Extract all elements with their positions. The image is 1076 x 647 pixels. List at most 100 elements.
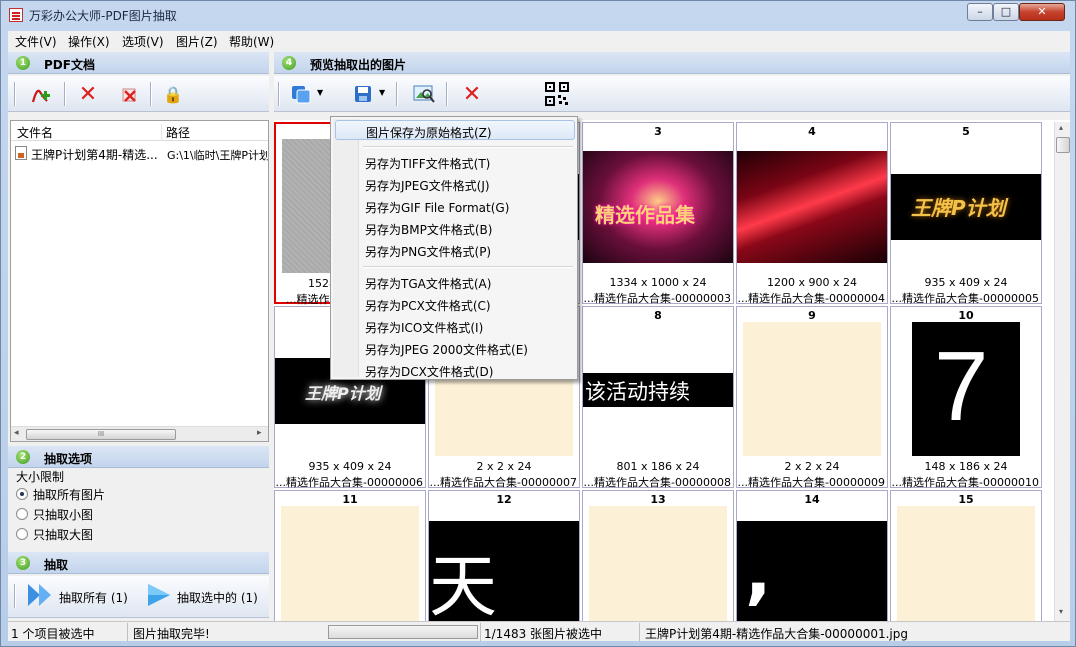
scroll-thumb[interactable]: III — [26, 429, 176, 440]
file-row[interactable]: 王牌P计划第4期-精选... G:\1\临时\王牌P计划 — [11, 143, 268, 163]
thumbnail-image — [281, 506, 419, 621]
delete-images-button[interactable]: ✕ — [459, 81, 485, 107]
thumbnail-filename: ...精选作品大合集-00000007 — [429, 476, 577, 489]
scroll-left-icon[interactable]: ◂ — [14, 428, 19, 438]
save-format-menu-item[interactable]: 另存为DCX文件格式(D) — [335, 360, 575, 380]
remove-pdf-button[interactable]: ✕ — [75, 81, 101, 107]
step-1-icon: 1 — [16, 56, 30, 70]
save-format-menu-item[interactable]: 另存为ICO文件格式(I) — [335, 316, 575, 336]
save-format-menu-item[interactable]: 另存为PCX文件格式(C) — [335, 294, 575, 314]
thumbnail-cell[interactable]: 3 精选作品集 1334 x 1000 x 24 ...精选作品大合集-0000000… — [582, 122, 734, 305]
add-pdf-icon — [31, 89, 50, 103]
save-format-menu-item[interactable]: 另存为GIF File Format(G) — [335, 196, 575, 216]
vertical-scrollbar[interactable]: ▴ ▾ — [1054, 122, 1070, 621]
thumbnail-cell[interactable]: 15 — [890, 490, 1042, 621]
thumbnail-cell[interactable]: 4 1200 x 900 x 24 ...精选作品大合集-00000004 — [736, 122, 888, 305]
status-file-name: 王牌P计划第4期-精选作品大合集-00000001.jpg — [645, 627, 908, 641]
thumbnail-number: 3 — [654, 125, 662, 138]
save-format-menu-item[interactable]: 另存为PNG文件格式(P) — [335, 240, 575, 260]
fast-forward-icon — [28, 584, 51, 606]
window-title: 万彩办公大师-PDF图片抽取 — [29, 9, 177, 23]
column-filename[interactable]: 文件名 — [17, 124, 53, 141]
menu-help[interactable]: 帮助(W) — [229, 33, 274, 50]
thumbnail-image-text: 王牌P计划 — [911, 196, 1006, 220]
thumbnail-image: 精选作品集 — [583, 151, 733, 263]
close-button[interactable]: ✕ — [1019, 3, 1065, 21]
app-icon — [9, 8, 23, 22]
thumbnail-dimensions: 935 x 409 x 24 — [924, 276, 1008, 289]
thumbnail-cell[interactable]: 12 天 — [428, 490, 580, 621]
maximize-button[interactable]: □ — [993, 3, 1019, 21]
menu-options[interactable]: 选项(V) — [122, 33, 164, 50]
scroll-up-icon[interactable]: ▴ — [1059, 123, 1063, 132]
thumbnail-cell[interactable]: 10 7 148 x 186 x 24 ...精选作品大合集-00000010 — [890, 306, 1042, 489]
save-format-menu-item[interactable]: 另存为JPEG文件格式(J) — [335, 174, 575, 194]
red-x-icon: ✕ — [462, 81, 482, 107]
extract-all-button[interactable]: 抽取所有 (1) — [26, 580, 136, 610]
thumbnail-cell[interactable]: 8 该活动持续 801 x 186 x 24 ...精选作品大合集-00000008 — [582, 306, 734, 489]
add-pdf-button[interactable] — [27, 81, 53, 107]
step-2-icon: 2 — [16, 450, 30, 464]
play-icon — [148, 584, 170, 606]
save-dropdown-arrow-icon[interactable]: ▼ — [379, 88, 385, 97]
horizontal-scrollbar[interactable]: ◂ III ▸ — [11, 426, 268, 441]
menu-operation[interactable]: 操作(X) — [68, 33, 110, 50]
column-path[interactable]: 路径 — [161, 124, 190, 141]
minimize-button[interactable]: – — [967, 3, 993, 21]
extract-selected-button[interactable]: 抽取选中的 (1) — [144, 580, 266, 610]
extract-title: 抽取 — [44, 558, 69, 572]
save-format-menu-item[interactable]: 图片保存为原始格式(Z) — [335, 120, 575, 140]
thumbnail-filename: ...精选作品大合集-00000008 — [583, 476, 731, 489]
pdf-file-list[interactable]: 文件名 路径 王牌P计划第4期-精选... G:\1\临时\王牌P计划 ◂ II… — [10, 120, 269, 442]
thumbnail-cell[interactable]: 9 2 x 2 x 24 ...精选作品大合集-00000009 — [736, 306, 888, 489]
thumbnail-cell[interactable]: 11 — [274, 490, 426, 621]
view-image-button[interactable] — [411, 81, 437, 107]
thumbnail-cell[interactable]: 14, — [736, 490, 888, 621]
thumbnail-number: 13 — [650, 493, 666, 506]
scroll-right-icon[interactable]: ▸ — [257, 428, 262, 438]
scroll-down-icon[interactable]: ▾ — [1059, 607, 1063, 616]
save-format-menu-item[interactable]: 另存为TIFF文件格式(T) — [335, 152, 575, 172]
thumbnail-image-text: 精选作品集 — [595, 203, 695, 227]
step-4-icon: 4 — [282, 56, 296, 70]
thumbnail-image — [897, 506, 1035, 621]
thumbnail-image — [743, 322, 881, 456]
title-bar: 万彩办公大师-PDF图片抽取 – □ ✕ — [1, 1, 1075, 29]
radio-checked-icon — [16, 488, 28, 500]
thumbnail-filename: ...精选作品大合集-00000004 — [737, 292, 885, 305]
thumbnail-image-text: 王牌P计划 — [305, 384, 381, 403]
thumbnail-cell[interactable]: 5 王牌P计划 935 x 409 x 24 ...精选作品大合集-00000005 — [890, 122, 1042, 305]
thumbnail-image-text: , — [745, 531, 772, 613]
copy-images-button[interactable] — [288, 81, 314, 107]
file-row-name: 王牌P计划第4期-精选... — [31, 148, 158, 162]
pdf-file-icon — [15, 146, 27, 160]
dropdown-arrow-icon[interactable]: ▼ — [317, 88, 323, 97]
save-format-menu-item[interactable]: 另存为BMP文件格式(B) — [335, 218, 575, 238]
vertical-scroll-thumb[interactable] — [1056, 137, 1070, 153]
extract-header: 3 抽取 — [8, 552, 269, 574]
lock-button[interactable]: 🔒 — [160, 81, 186, 107]
save-images-button[interactable] — [350, 81, 376, 107]
status-bar: 1 个项目被选中 图片抽取完毕! 1/1483 张图片被选中 王牌P计划第4期-… — [8, 621, 1070, 641]
preview-header: 4 预览抽取出的图片 — [274, 52, 1070, 74]
thumbnail-number: 12 — [496, 493, 512, 506]
remove-all-pdf-button[interactable] — [116, 81, 142, 107]
menu-image[interactable]: 图片(Z) — [176, 33, 218, 50]
save-format-menu-item[interactable]: 另存为TGA文件格式(A) — [335, 272, 575, 292]
thumbnail-filename: ...精选作品大合集-00000005 — [891, 292, 1039, 305]
menu-bar: 文件(V) 操作(X) 选项(V) 图片(Z) 帮助(W) — [8, 31, 1070, 50]
qr-code-button[interactable] — [544, 81, 570, 107]
thumbnail-image: , — [737, 521, 887, 621]
menu-file[interactable]: 文件(V) — [15, 33, 57, 50]
thumbnail-dimensions: 935 x 409 x 24 — [308, 460, 392, 473]
save-icon — [355, 86, 371, 102]
thumbnail-image: 7 — [912, 322, 1020, 456]
thumbnail-image — [589, 506, 727, 621]
thumbnail-number: 14 — [804, 493, 820, 506]
thumbnail-dimensions: 1334 x 1000 x 24 — [609, 276, 707, 289]
thumbnail-number: 4 — [808, 125, 816, 138]
status-selected-items: 1 个项目被选中 — [8, 623, 128, 641]
thumbnail-cell[interactable]: 13 — [582, 490, 734, 621]
radio-unchecked-icon — [16, 508, 28, 520]
save-format-menu-item[interactable]: 另存为JPEG 2000文件格式(E) — [335, 338, 575, 358]
